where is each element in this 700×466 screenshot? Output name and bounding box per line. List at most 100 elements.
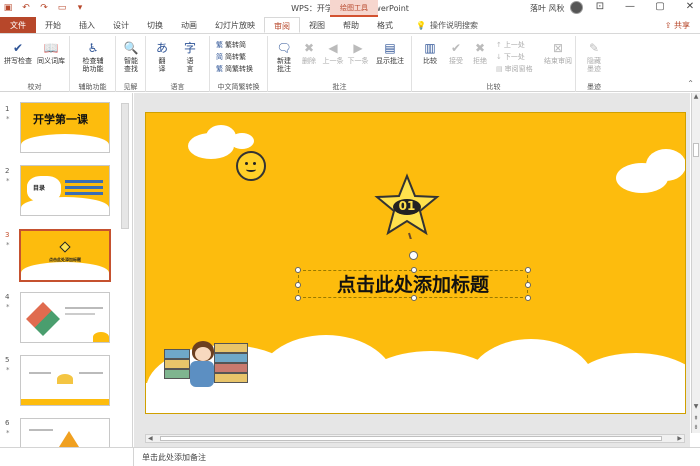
editor-horizontal-scrollbar[interactable]: ◀ ▶ bbox=[145, 434, 685, 443]
thesaurus-button[interactable]: 📖 同义词库 bbox=[35, 40, 67, 65]
tab-review[interactable]: 审阅 bbox=[264, 17, 300, 33]
rotate-handle-icon[interactable] bbox=[409, 251, 418, 260]
language-button[interactable]: 字 语言 bbox=[178, 40, 202, 73]
scroll-up-icon[interactable]: ▲ bbox=[692, 93, 700, 101]
tab-home[interactable]: 开始 bbox=[36, 17, 70, 33]
title-placeholder[interactable]: 点击此处添加标题 bbox=[295, 251, 531, 301]
tab-view[interactable]: 视图 bbox=[300, 17, 334, 33]
ribbon: ✔ 拼写检查 📖 同义词库 校对 ♿ 检查辅助功能 辅助功能 🔍 智能查找 见解… bbox=[0, 34, 700, 92]
share-button[interactable]: ⇪ 共享 bbox=[665, 17, 690, 34]
close-button[interactable]: ✕ bbox=[684, 1, 696, 12]
spelling-button[interactable]: ✔ 拼写检查 bbox=[3, 40, 33, 65]
next-change-button[interactable]: ↓ 下一处 bbox=[496, 52, 525, 62]
scroll-right-icon[interactable]: ▶ bbox=[677, 435, 682, 442]
resize-handle[interactable] bbox=[525, 295, 531, 301]
slide-thumbnail-6[interactable] bbox=[20, 418, 110, 447]
slide-thumbnail-1[interactable]: 开学第一课 bbox=[20, 102, 110, 153]
previous-comment-button[interactable]: ◀ 上一条 bbox=[321, 40, 345, 65]
editor-vertical-scrollbar[interactable]: ▲ ▼ ⇞ ⇟ bbox=[691, 93, 700, 433]
check-accessibility-button[interactable]: ♿ 检查辅助功能 bbox=[74, 40, 112, 73]
resize-handle[interactable] bbox=[525, 282, 531, 288]
group-label-accessibility: 辅助功能 bbox=[78, 83, 107, 91]
tab-file[interactable]: 文件 bbox=[0, 17, 36, 33]
resize-handle[interactable] bbox=[295, 267, 301, 273]
accept-button[interactable]: ✔ 接受 bbox=[444, 40, 468, 65]
previous-slide-icon[interactable]: ⇞ bbox=[692, 415, 700, 423]
slide-thumbnail-2[interactable]: 目录 bbox=[20, 165, 110, 216]
group-proofing: ✔ 拼写检查 📖 同义词库 校对 bbox=[0, 36, 70, 92]
tab-animations[interactable]: 动画 bbox=[172, 17, 206, 33]
ribbon-display-options-icon[interactable]: ⊡ bbox=[594, 1, 606, 12]
book-stack bbox=[164, 359, 190, 369]
simp-to-trad-button[interactable]: 简简转繁 bbox=[216, 52, 246, 62]
show-comments-button[interactable]: ▤ 显示批注 bbox=[372, 40, 408, 65]
cloud-base bbox=[146, 383, 685, 413]
slide-number: 4 bbox=[5, 293, 10, 301]
scroll-thumb[interactable] bbox=[693, 143, 699, 157]
previous-change-button[interactable]: ↑ 上一处 bbox=[496, 40, 525, 50]
translate-button[interactable]: あ 翻译 bbox=[152, 40, 172, 73]
tab-transitions[interactable]: 切换 bbox=[138, 17, 172, 33]
resize-handle[interactable] bbox=[295, 295, 301, 301]
chinese-conversion-label: 简繁转换 bbox=[225, 65, 253, 73]
compare-button[interactable]: ▥ 比较 bbox=[416, 40, 444, 65]
next-change-icon: ↓ bbox=[496, 53, 502, 61]
slide-title[interactable]: 点击此处添加标题 bbox=[299, 271, 527, 297]
reviewing-pane-button[interactable]: ▤ 审阅窗格 bbox=[496, 64, 533, 74]
trad-to-simp-button[interactable]: 繁繁转简 bbox=[216, 40, 246, 50]
thumbnail-diamond bbox=[26, 302, 60, 336]
accept-icon: ✔ bbox=[450, 41, 462, 55]
notes-placeholder[interactable]: 单击此处添加备注 bbox=[142, 453, 206, 462]
scroll-left-icon[interactable]: ◀ bbox=[148, 435, 153, 442]
end-review-button[interactable]: ⊠ 结束审阅 bbox=[542, 40, 574, 65]
minimize-button[interactable]: — bbox=[624, 1, 636, 12]
notes-pane[interactable]: 单击此处添加备注 bbox=[134, 447, 700, 466]
resize-handle[interactable] bbox=[411, 267, 417, 273]
tab-slideshow[interactable]: 幻灯片放映 bbox=[206, 17, 264, 33]
book-stack bbox=[164, 349, 190, 359]
tab-insert[interactable]: 插入 bbox=[70, 17, 104, 33]
sun-icon bbox=[236, 151, 266, 181]
number-badge: 01 bbox=[374, 173, 440, 244]
slide-thumbnail-3[interactable]: 点击此处添加标题 bbox=[19, 229, 111, 282]
chinese-conversion-button[interactable]: 繁简繁转换 bbox=[216, 64, 253, 74]
context-tool-label: 绘图工具 bbox=[330, 0, 378, 17]
avatar[interactable] bbox=[570, 1, 583, 14]
new-comment-icon: 🗨 bbox=[276, 41, 292, 55]
group-label-ink: 墨迹 bbox=[587, 83, 601, 91]
scroll-thumb[interactable] bbox=[160, 436, 662, 441]
tell-me-box[interactable]: 💡 操作说明搜索 bbox=[402, 17, 478, 33]
slide-thumbnail-5[interactable] bbox=[20, 355, 110, 406]
tab-design[interactable]: 设计 bbox=[104, 17, 138, 33]
user-name[interactable]: 落叶 风秋 bbox=[530, 3, 565, 14]
collapse-ribbon-icon[interactable]: ⌃ bbox=[687, 79, 694, 88]
current-slide[interactable]: 01 点击此处添加标题 bbox=[145, 112, 686, 414]
new-comment-button[interactable]: 🗨 新建批注 bbox=[270, 40, 298, 73]
share-icon: ⇪ bbox=[664, 21, 674, 30]
resize-handle[interactable] bbox=[295, 282, 301, 288]
reject-button[interactable]: ✖ 拒绝 bbox=[468, 40, 492, 65]
resize-handle[interactable] bbox=[525, 267, 531, 273]
group-comments: 🗨 新建批注 ✖ 删除 ◀ 上一条 ▶ 下一条 ▤ 显示批注 批注 bbox=[268, 36, 412, 92]
tab-format[interactable]: 格式 bbox=[368, 17, 402, 33]
smart-lookup-button[interactable]: 🔍 智能查找 bbox=[118, 40, 144, 73]
thumbnail-scrollbar[interactable] bbox=[121, 103, 129, 229]
girl-body bbox=[190, 361, 214, 387]
smart-lookup-icon: 🔍 bbox=[123, 41, 139, 55]
next-slide-icon[interactable]: ⇟ bbox=[692, 424, 700, 432]
spelling-icon: ✔ bbox=[12, 41, 24, 55]
thumbnail-cloud bbox=[93, 332, 109, 342]
book-stack bbox=[214, 373, 248, 383]
next-comment-button[interactable]: ▶ 下一条 bbox=[346, 40, 370, 65]
thesaurus-icon: 📖 bbox=[43, 41, 59, 55]
hide-ink-icon: ✎ bbox=[588, 41, 600, 55]
delete-comment-button[interactable]: ✖ 删除 bbox=[298, 40, 320, 65]
hide-ink-button[interactable]: ✎ 隐藏墨迹 bbox=[578, 40, 610, 73]
slide-thumbnail-4[interactable] bbox=[20, 292, 110, 343]
maximize-button[interactable]: ▢ bbox=[654, 1, 666, 12]
new-comment-label: 新建批注 bbox=[277, 57, 291, 73]
language-label: 语言 bbox=[186, 57, 194, 73]
scroll-down-icon[interactable]: ▼ bbox=[692, 403, 700, 411]
resize-handle[interactable] bbox=[411, 295, 417, 301]
tab-help[interactable]: 帮助 bbox=[334, 17, 368, 33]
